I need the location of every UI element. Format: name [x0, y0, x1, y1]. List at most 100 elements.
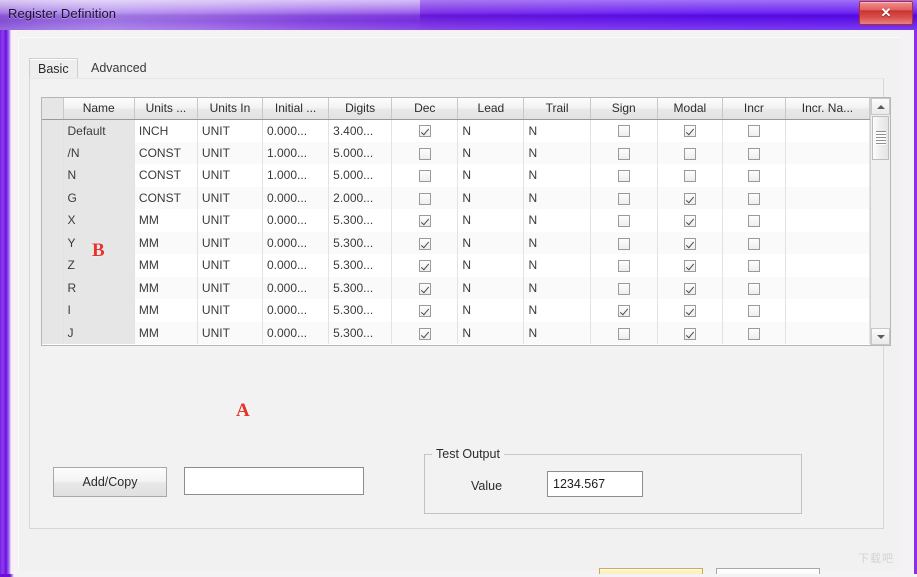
- cell-initial[interactable]: 0.000...: [262, 209, 330, 232]
- cell-incr-checkbox[interactable]: [747, 327, 760, 340]
- cell-name[interactable]: G: [63, 186, 135, 209]
- cell-trail[interactable]: N: [523, 321, 591, 344]
- cell-dec[interactable]: [391, 321, 459, 344]
- cell-digits[interactable]: 5.000...: [328, 141, 393, 164]
- cell-trail[interactable]: N: [523, 231, 591, 254]
- cell-modal-checkbox[interactable]: [683, 147, 696, 160]
- column-header-units-in[interactable]: Units In: [197, 98, 264, 120]
- row-selector[interactable]: [42, 276, 64, 299]
- register-grid[interactable]: Name Units ... Units In Initial ... Digi…: [41, 97, 891, 346]
- cell-modal[interactable]: [657, 321, 723, 344]
- cell-incr-checkbox[interactable]: [747, 305, 760, 318]
- cell-lead[interactable]: N: [457, 209, 525, 232]
- cell-dec[interactable]: [391, 299, 459, 322]
- row-selector[interactable]: [42, 186, 64, 209]
- cell-modal[interactable]: [657, 186, 723, 209]
- cell-modal-checkbox[interactable]: [683, 192, 696, 205]
- cell-incr[interactable]: [722, 231, 786, 254]
- cell-incr-checkbox[interactable]: [747, 170, 760, 183]
- cell-initial[interactable]: 0.000...: [262, 299, 330, 322]
- cell-incr[interactable]: [722, 164, 786, 187]
- cell-dec[interactable]: [391, 164, 459, 187]
- scroll-up-button[interactable]: [871, 98, 890, 115]
- cell-lead[interactable]: N: [457, 276, 525, 299]
- cell-units-in[interactable]: UNIT: [197, 299, 264, 322]
- column-header-incr-name[interactable]: Incr. Na...: [785, 98, 870, 120]
- tab-basic[interactable]: Basic: [29, 58, 78, 79]
- cell-sign[interactable]: [590, 119, 658, 142]
- cell-incr[interactable]: [722, 209, 786, 232]
- cell-dec-checkbox[interactable]: [418, 147, 431, 160]
- cell-dec-checkbox[interactable]: [418, 282, 431, 295]
- cell-modal[interactable]: [657, 299, 723, 322]
- cell-name[interactable]: I: [63, 299, 135, 322]
- table-row[interactable]: Default INCH UNIT 0.000... 3.400... N N: [42, 119, 870, 142]
- cell-dec-checkbox[interactable]: [418, 125, 431, 138]
- cell-units-in[interactable]: UNIT: [197, 186, 264, 209]
- cell-sign[interactable]: [590, 276, 658, 299]
- cell-units[interactable]: MM: [134, 299, 198, 322]
- cell-incr-name[interactable]: [785, 231, 870, 254]
- row-selector[interactable]: [42, 164, 64, 187]
- cell-modal[interactable]: [657, 231, 723, 254]
- cell-trail[interactable]: N: [523, 119, 591, 142]
- cell-sign-checkbox[interactable]: [617, 327, 630, 340]
- cell-initial[interactable]: 1.000...: [262, 141, 330, 164]
- cell-sign-checkbox[interactable]: [617, 237, 630, 250]
- row-selector[interactable]: [42, 321, 64, 344]
- cell-units-in[interactable]: UNIT: [197, 276, 264, 299]
- cell-sign[interactable]: [590, 141, 658, 164]
- cell-lead[interactable]: N: [457, 186, 525, 209]
- cell-name[interactable]: N: [63, 164, 135, 187]
- cell-modal-checkbox[interactable]: [683, 282, 696, 295]
- cell-modal-checkbox[interactable]: [683, 125, 696, 138]
- cell-name[interactable]: X: [63, 209, 135, 232]
- cell-digits[interactable]: 5.300...: [328, 276, 393, 299]
- cell-lead[interactable]: N: [457, 321, 525, 344]
- cell-digits[interactable]: 2.000...: [328, 186, 393, 209]
- cell-units-in[interactable]: UNIT: [197, 231, 264, 254]
- cell-incr-name[interactable]: [785, 254, 870, 277]
- cell-name[interactable]: /N: [63, 141, 135, 164]
- cell-digits[interactable]: 5.000...: [328, 164, 393, 187]
- cell-name[interactable]: Default: [63, 119, 135, 142]
- cell-trail[interactable]: N: [523, 186, 591, 209]
- column-header-dec[interactable]: Dec: [391, 98, 459, 120]
- cell-units[interactable]: MM: [134, 321, 198, 344]
- column-header-trail[interactable]: Trail: [523, 98, 591, 120]
- column-header-units[interactable]: Units ...: [134, 98, 198, 120]
- cell-incr[interactable]: [722, 141, 786, 164]
- cell-digits[interactable]: 5.300...: [328, 231, 393, 254]
- cell-dec-checkbox[interactable]: [418, 327, 431, 340]
- cell-dec[interactable]: [391, 119, 459, 142]
- cell-dec[interactable]: [391, 186, 459, 209]
- cell-incr-name[interactable]: [785, 209, 870, 232]
- column-header-sign[interactable]: Sign: [590, 98, 658, 120]
- new-register-name-input[interactable]: [184, 467, 364, 495]
- cell-units[interactable]: CONST: [134, 186, 198, 209]
- cell-trail[interactable]: N: [523, 276, 591, 299]
- cell-modal[interactable]: [657, 141, 723, 164]
- column-header-digits[interactable]: Digits: [328, 98, 393, 120]
- cell-sign-checkbox[interactable]: [617, 125, 630, 138]
- cell-incr-name[interactable]: [785, 164, 870, 187]
- cell-modal-checkbox[interactable]: [683, 260, 696, 273]
- cell-incr-name[interactable]: [785, 141, 870, 164]
- cell-incr-checkbox[interactable]: [747, 192, 760, 205]
- cell-incr-name[interactable]: [785, 186, 870, 209]
- cell-lead[interactable]: N: [457, 141, 525, 164]
- cell-incr-checkbox[interactable]: [747, 260, 760, 273]
- cell-lead[interactable]: N: [457, 164, 525, 187]
- cell-units-in[interactable]: UNIT: [197, 254, 264, 277]
- cell-sign-checkbox[interactable]: [617, 170, 630, 183]
- cell-sign[interactable]: [590, 186, 658, 209]
- cell-trail[interactable]: N: [523, 141, 591, 164]
- row-selector[interactable]: [42, 209, 64, 232]
- cell-initial[interactable]: 0.000...: [262, 186, 330, 209]
- cell-dec-checkbox[interactable]: [418, 237, 431, 250]
- column-header-incr[interactable]: Incr: [722, 98, 786, 120]
- test-output-value-input[interactable]: [547, 471, 643, 497]
- table-row[interactable]: Z MM UNIT 0.000... 5.300... N N: [42, 254, 870, 277]
- cell-units[interactable]: MM: [134, 209, 198, 232]
- cell-incr[interactable]: [722, 254, 786, 277]
